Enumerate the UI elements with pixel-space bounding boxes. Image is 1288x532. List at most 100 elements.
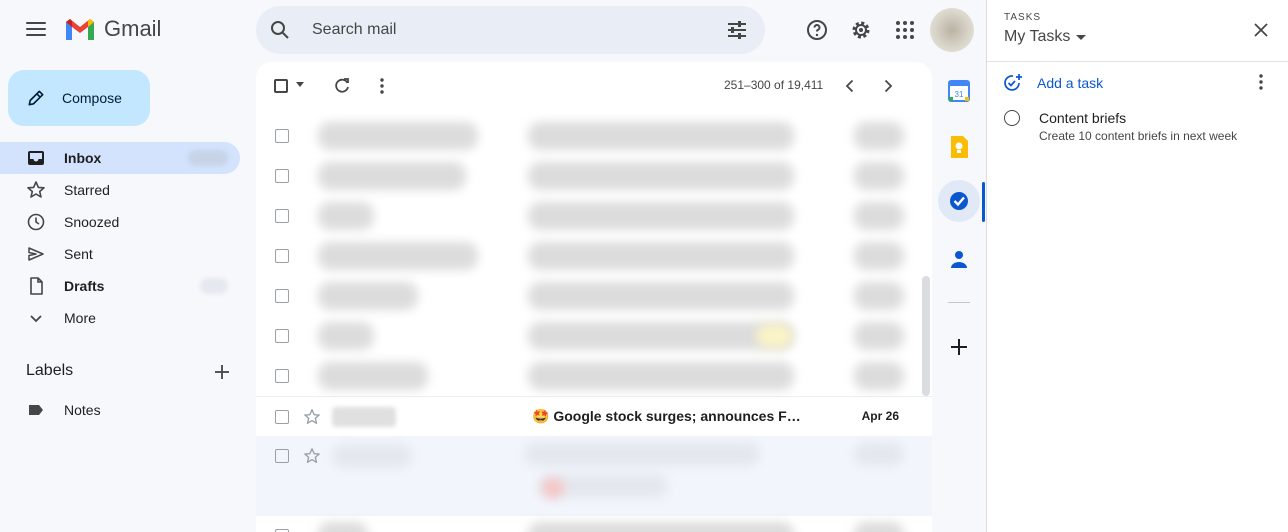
compose-button[interactable]: Compose <box>8 70 150 126</box>
email-row[interactable] <box>256 436 932 516</box>
row-checkbox[interactable] <box>275 129 289 143</box>
pagination-text: 251–300 of 19,411 <box>724 78 824 92</box>
gmail-logo[interactable]: Gmail <box>64 16 161 42</box>
sidebar-item-sent[interactable]: Sent <box>0 238 240 270</box>
keep-icon[interactable] <box>946 134 972 160</box>
email-row[interactable] <box>256 316 932 356</box>
search-input[interactable]: Search mail <box>312 21 396 39</box>
apps-grid-icon[interactable] <box>893 18 917 42</box>
email-row[interactable] <box>256 196 932 236</box>
blurred-attachment-icon <box>542 478 564 498</box>
blurred-sender <box>318 362 428 390</box>
row-checkbox[interactable] <box>275 249 289 263</box>
settings-gear-icon[interactable] <box>849 18 873 42</box>
email-row[interactable] <box>256 516 932 532</box>
compose-label: Compose <box>62 90 122 106</box>
sidebar-item-label: Snoozed <box>64 214 120 230</box>
add-task-button[interactable]: Add a task <box>1001 72 1103 94</box>
row-checkbox[interactable] <box>275 209 289 223</box>
email-date: Apr 26 <box>861 409 899 423</box>
blurred-sender <box>318 202 374 230</box>
draft-icon <box>30 277 43 295</box>
search-icon[interactable] <box>268 18 292 42</box>
more-vert-icon[interactable] <box>1251 72 1271 92</box>
select-all-checkbox[interactable] <box>274 79 288 93</box>
row-checkbox[interactable] <box>275 369 289 383</box>
sidebar-item-drafts[interactable]: Drafts <box>0 270 240 302</box>
account-avatar[interactable] <box>930 8 974 52</box>
calendar-icon[interactable]: 31 <box>946 78 972 104</box>
mail-scrollbar[interactable] <box>922 276 930 396</box>
help-icon[interactable] <box>805 18 829 42</box>
sidebar-item-more[interactable]: More <box>0 302 240 334</box>
sidebar-label-notes[interactable]: Notes <box>0 394 240 426</box>
row-checkbox[interactable] <box>275 169 289 183</box>
blurred-sender <box>318 522 368 532</box>
email-row[interactable] <box>256 156 932 196</box>
close-icon[interactable] <box>1251 20 1271 40</box>
search-options-icon[interactable] <box>725 18 749 42</box>
dropdown-arrow-icon <box>1076 34 1087 40</box>
task-title[interactable]: Content briefs <box>1039 110 1126 126</box>
sidebar-item-label: Inbox <box>64 150 102 166</box>
blurred-date <box>854 362 904 390</box>
row-checkbox[interactable] <box>275 329 289 343</box>
chevron-left-icon[interactable] <box>840 76 860 96</box>
blurred-subject <box>528 282 794 310</box>
blurred-subject <box>524 442 760 466</box>
star-icon[interactable] <box>303 408 321 426</box>
sidebar-item-inbox[interactable]: Inbox <box>0 142 240 174</box>
strip-divider <box>948 302 970 303</box>
task-complete-checkbox[interactable] <box>1004 110 1020 126</box>
blurred-sender <box>332 444 412 468</box>
inbox-icon <box>28 151 44 165</box>
sidebar-item-label: More <box>64 310 96 326</box>
gmail-m-icon <box>66 19 94 40</box>
send-icon <box>28 247 44 261</box>
chevron-right-icon[interactable] <box>878 76 898 96</box>
email-row[interactable] <box>256 116 932 156</box>
row-checkbox[interactable] <box>275 289 289 303</box>
task-list-selector[interactable]: My Tasks <box>1004 28 1087 46</box>
tasks-kicker: TASKS <box>1004 12 1042 23</box>
contacts-icon[interactable] <box>946 246 972 272</box>
tasks-icon[interactable] <box>946 188 972 214</box>
email-row[interactable]: 🤩 Google stock surges; announces FI... A… <box>256 396 932 436</box>
sidebar-item-snoozed[interactable]: Snoozed <box>0 206 240 238</box>
add-label-icon[interactable] <box>212 362 232 382</box>
blurred-date <box>854 442 904 466</box>
blurred-subject <box>528 162 794 190</box>
search-bar[interactable]: Search mail <box>256 6 765 54</box>
blurred-subject <box>528 322 794 350</box>
more-vert-icon[interactable] <box>372 76 392 96</box>
add-icon[interactable] <box>946 334 972 360</box>
sidebar-item-starred[interactable]: Starred <box>0 174 240 206</box>
sidebar-item-label: Starred <box>64 182 110 198</box>
row-checkbox[interactable] <box>275 410 289 424</box>
blurred-date <box>854 522 904 532</box>
blurred-sender <box>318 322 374 350</box>
blurred-emoji <box>756 324 792 348</box>
task-notes[interactable]: Create 10 content briefs in next week <box>1039 128 1239 144</box>
blurred-subject <box>528 522 794 532</box>
blurred-subject <box>528 122 794 150</box>
chevron-down-icon <box>30 315 42 323</box>
refresh-icon[interactable] <box>332 76 352 96</box>
task-list-name: My Tasks <box>1004 28 1071 45</box>
draft-count <box>200 278 228 294</box>
select-dropdown-icon[interactable] <box>296 82 304 87</box>
row-checkbox[interactable] <box>275 449 289 463</box>
label-icon <box>29 405 43 415</box>
main-menu-button[interactable] <box>20 18 52 42</box>
email-row[interactable] <box>256 276 932 316</box>
blurred-date <box>854 162 904 190</box>
clock-icon <box>27 213 45 231</box>
blurred-sender <box>318 122 478 150</box>
star-icon[interactable] <box>303 447 321 465</box>
email-row[interactable] <box>256 236 932 276</box>
email-row[interactable] <box>256 356 932 396</box>
blurred-sender <box>318 242 478 270</box>
sidebar-item-label: Drafts <box>64 278 105 294</box>
blurred-subject <box>528 202 794 230</box>
blurred-sender <box>318 282 418 310</box>
